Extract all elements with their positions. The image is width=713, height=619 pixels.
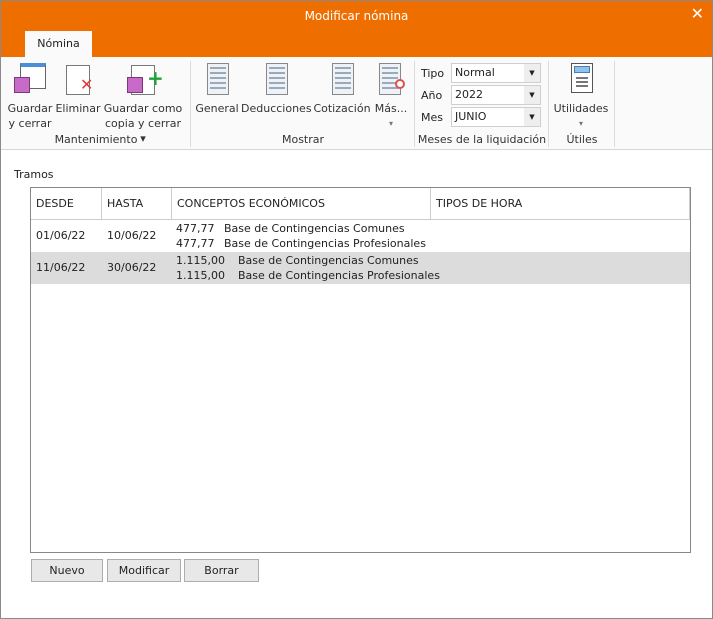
cell-hasta: 30/06/22 [107,261,157,274]
concepto-importe: 1.115,00 [176,254,225,267]
window-title: Modificar nómina [304,9,409,23]
modificar-button[interactable]: Modificar [107,559,181,582]
utilidades-button[interactable]: Utilidades ▾ [551,63,611,131]
cotizacion-button[interactable]: Cotización [313,63,371,116]
sheet-icon [260,63,292,99]
save-close-button[interactable]: Guardar y cerrar [7,63,53,131]
concepto-importe: 1.115,00 [176,269,225,282]
borrar-button[interactable]: Borrar [184,559,259,582]
column-header-hasta[interactable]: HASTA [102,188,172,220]
cell-conceptos: 477,77 Base de Contingencias Comunes 477,7… [176,221,426,251]
mes-select[interactable]: JUNIO ▼ [451,107,541,127]
nuevo-button[interactable]: Nuevo [31,559,103,582]
cell-tipos-hora [431,220,436,252]
concepto-importe: 477,77 [176,222,215,235]
group-label-mantenimiento: Mantenimiento [54,133,138,146]
sheet-award-icon [375,63,407,99]
column-header-tipos-hora[interactable]: TIPOS DE HORA [431,188,690,220]
anio-label: Año [421,89,443,102]
close-icon[interactable]: ✕ [691,4,704,23]
concepto-nombre: Base de Contingencias Profesionales [238,269,440,282]
tipo-label: Tipo [421,67,445,80]
cell-conceptos: 1.115,00 Base de Contingencias Comunes 1.1… [176,253,440,283]
concepto-nombre: Base de Contingencias Comunes [238,254,419,267]
concepto-nombre: Base de Contingencias Comunes [224,222,405,235]
sheet-icon [326,63,358,99]
deducciones-button[interactable]: Deducciones [241,63,312,116]
save-copy-icon: + [127,63,164,99]
table-row[interactable]: 01/06/22 10/06/22 477,77 Base de Continge… [31,220,690,252]
group-label-utiles: Útiles [566,133,598,146]
sheet-icon [201,63,233,99]
tramos-label: Tramos [14,168,54,181]
save-icon [14,63,46,99]
title-bar: Modificar nómina ✕ Nómina [1,1,712,57]
cell-desde: 01/06/22 [36,229,86,242]
anio-select[interactable]: 2022 ▼ [451,85,541,105]
tipo-select[interactable]: Normal ▼ [451,63,541,83]
delete-button[interactable]: ✕ Eliminar [55,63,101,116]
table-row[interactable]: 11/06/22 30/06/22 1.115,00 Base de Contin… [31,252,690,284]
group-label-meses: Meses de la liquidación [417,133,547,146]
chevron-down-icon[interactable]: ▼ [524,86,540,104]
cell-hasta: 10/06/22 [107,229,157,242]
concepto-nombre: Base de Contingencias Profesionales [224,237,426,250]
column-header-desde[interactable]: DESDE [31,188,102,220]
delete-icon: ✕ [62,63,94,99]
group-label-mostrar: Mostrar [281,133,325,146]
mas-button[interactable]: Más... ▾ [373,63,409,131]
modify-payroll-window: Modificar nómina ✕ Nómina Guardar y cerr… [0,0,713,619]
cell-tipos-hora [431,252,436,284]
general-button[interactable]: General [195,63,239,116]
column-header-conceptos[interactable]: CONCEPTOS ECONÓMICOS [172,188,431,220]
cell-desde: 11/06/22 [36,261,86,274]
calculator-icon [565,63,597,99]
tab-nomina[interactable]: Nómina [25,31,92,57]
concepto-importe: 477,77 [176,237,215,250]
ribbon: Guardar y cerrar ✕ Eliminar + Guardar co… [1,57,712,150]
chevron-down-icon[interactable]: ▼ [524,64,540,82]
mes-label: Mes [421,111,443,124]
chevron-down-icon[interactable]: ▼ [524,108,540,126]
tramos-table: DESDE HASTA CONCEPTOS ECONÓMICOS TIPOS D… [30,187,691,553]
